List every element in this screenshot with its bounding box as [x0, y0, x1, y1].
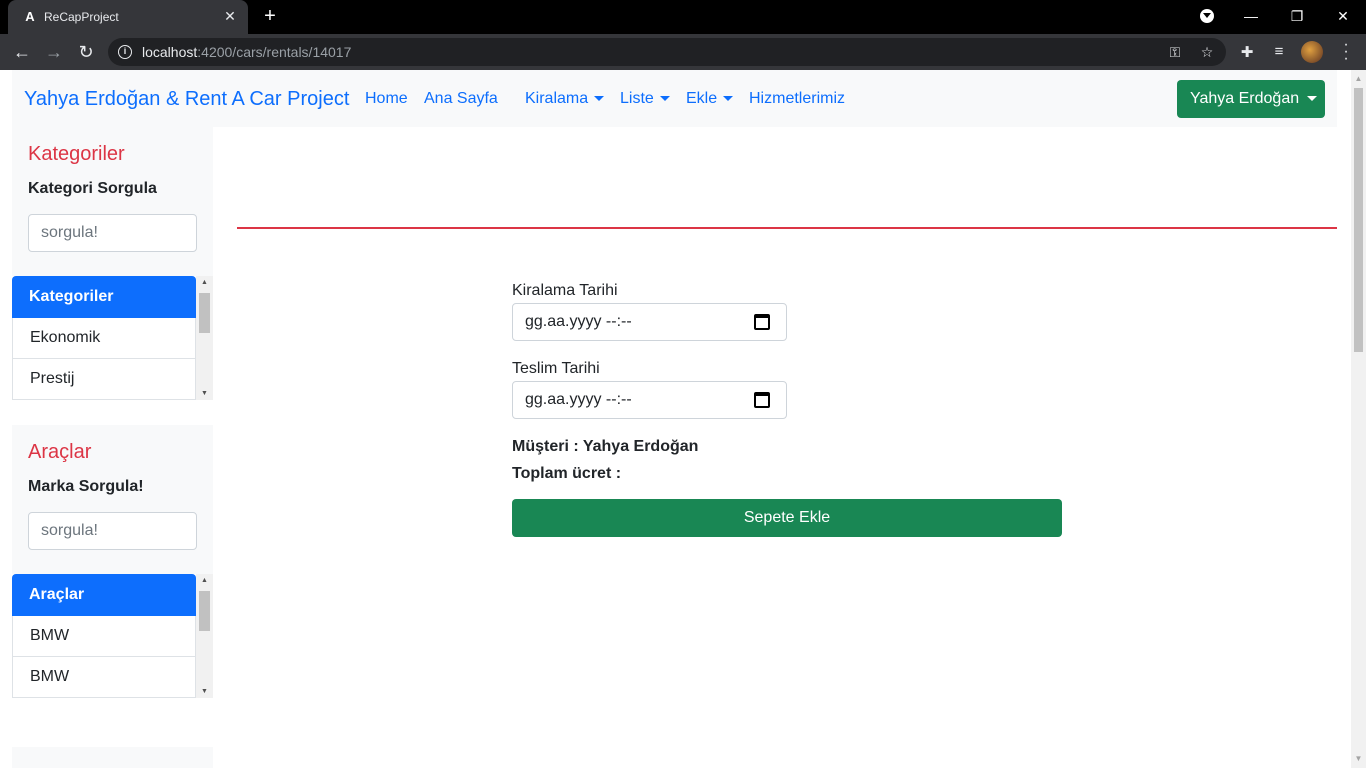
rental-date-value: gg.aa.yyyy --:-- — [525, 313, 632, 330]
return-date-value: gg.aa.yyyy --:-- — [525, 391, 632, 408]
next-panel — [12, 747, 213, 768]
list-item[interactable]: Ekonomik — [12, 318, 196, 359]
new-tab-icon[interactable]: + — [260, 6, 280, 26]
section-divider — [237, 227, 1337, 229]
calendar-icon[interactable] — [754, 392, 770, 408]
cars-title: Araçlar — [28, 441, 92, 463]
scrollbar-thumb[interactable] — [199, 591, 210, 631]
angular-favicon-icon: A — [25, 9, 35, 24]
cars-list-header[interactable]: Araçlar — [12, 574, 196, 616]
url-text: localhost:4200/cars/rentals/14017 — [142, 44, 352, 60]
cars-list-scrollbar[interactable]: ▲ ▼ — [196, 574, 213, 698]
list-item[interactable]: BMW — [12, 616, 196, 657]
key-icon[interactable]: ⚿ — [1166, 44, 1184, 61]
restore-icon[interactable]: ❐ — [1274, 0, 1320, 34]
nav-kiralama-label: Kiralama — [525, 90, 589, 107]
categories-list-scrollbar[interactable]: ▲ ▼ — [196, 276, 213, 400]
browser-toolbar: ← → ↻ i localhost:4200/cars/rentals/1401… — [0, 34, 1366, 70]
browser-menu-icon[interactable]: · · · — [1340, 37, 1352, 67]
cars-panel: Araçlar Marka Sorgula! sorgula! Araçlar … — [12, 425, 213, 698]
return-date-input[interactable]: gg.aa.yyyy --:-- — [512, 381, 787, 419]
customer-text: Müşteri : Yahya Erdoğan — [512, 438, 699, 455]
categories-list[interactable]: Kategoriler Ekonomik Prestij ▲ ▼ — [12, 276, 213, 400]
dropdown-caret-icon — [723, 96, 734, 102]
categories-title: Kategoriler — [28, 143, 125, 165]
scrollbar-thumb[interactable] — [1354, 88, 1363, 352]
categories-list-header[interactable]: Kategoriler — [12, 276, 196, 318]
forward-icon[interactable]: → — [44, 42, 64, 62]
category-search-input[interactable]: sorgula! — [28, 214, 197, 252]
brand-search-input[interactable]: sorgula! — [28, 512, 197, 550]
brand-query-label: Marka Sorgula! — [28, 478, 144, 495]
extensions-icon[interactable]: ✚ — [1238, 43, 1256, 61]
dropdown-caret-icon — [659, 96, 670, 102]
nav-ekle-dropdown[interactable]: Ekle — [686, 90, 734, 108]
minimize-icon[interactable]: — — [1228, 0, 1274, 34]
calendar-icon[interactable] — [754, 314, 770, 330]
close-window-icon[interactable]: ✕ — [1320, 0, 1366, 34]
categories-query-label: Kategori Sorgula — [28, 180, 157, 197]
nav-home[interactable]: Home — [365, 90, 408, 108]
dropdown-caret-icon — [1307, 96, 1318, 102]
site-info-icon[interactable]: i — [118, 45, 132, 59]
tab-close-icon[interactable]: ✕ — [222, 8, 238, 24]
nav-ana-sayfa[interactable]: Ana Sayfa — [424, 90, 498, 108]
rental-date-label: Kiralama Tarihi — [512, 282, 618, 299]
address-bar[interactable]: i localhost:4200/cars/rentals/14017 ⚿ ☆ — [108, 38, 1226, 66]
top-navbar: Yahya Erdoğan & Rent A Car Project Home … — [12, 70, 1337, 127]
scrollbar-thumb[interactable] — [199, 293, 210, 333]
cars-list[interactable]: Araçlar BMW BMW ▲ ▼ — [12, 574, 213, 698]
nav-kiralama-dropdown[interactable]: Kiralama — [525, 90, 605, 108]
nav-liste-label: Liste — [620, 90, 654, 107]
scroll-down-icon[interactable]: ▼ — [1354, 754, 1363, 764]
scroll-up-icon[interactable]: ▲ — [196, 279, 213, 286]
profile-avatar[interactable] — [1301, 41, 1323, 63]
navbar-brand[interactable]: Yahya Erdoğan & Rent A Car Project — [24, 88, 349, 111]
total-price-text: Toplam ücret : — [512, 465, 622, 482]
tab-title: ReCapProject — [44, 10, 119, 24]
user-button-label: Yahya Erdoğan — [1190, 90, 1300, 107]
nav-ekle-label: Ekle — [686, 90, 718, 107]
bookmark-star-icon[interactable]: ☆ — [1198, 44, 1216, 61]
scroll-up-icon[interactable]: ▲ — [1354, 74, 1363, 84]
browser-tab[interactable]: A ReCapProject ✕ — [8, 0, 248, 34]
back-icon[interactable]: ← — [12, 42, 32, 62]
user-dropdown-button[interactable]: Yahya Erdoğan — [1177, 80, 1325, 118]
add-to-cart-button[interactable]: Sepete Ekle — [512, 499, 1062, 537]
list-item[interactable]: Prestij — [12, 359, 196, 400]
nav-liste-dropdown[interactable]: Liste — [620, 90, 670, 108]
scroll-up-icon[interactable]: ▲ — [196, 577, 213, 584]
page-content: Yahya Erdoğan & Rent A Car Project Home … — [0, 70, 1366, 768]
dropdown-caret-icon — [594, 96, 605, 102]
return-date-label: Teslim Tarihi — [512, 360, 600, 377]
nav-hizmetlerimiz[interactable]: Hizmetlerimiz — [749, 90, 845, 108]
page-scrollbar[interactable]: ▲ ▼ — [1351, 70, 1366, 768]
scroll-down-icon[interactable]: ▼ — [196, 390, 213, 397]
rental-date-input[interactable]: gg.aa.yyyy --:-- — [512, 303, 787, 341]
scroll-down-icon[interactable]: ▼ — [196, 688, 213, 695]
list-item[interactable]: BMW — [12, 657, 196, 698]
categories-panel: Kategoriler Kategori Sorgula sorgula! Ka… — [12, 127, 213, 400]
browser-tab-bar: A ReCapProject ✕ + — ❐ ✕ — [0, 0, 1366, 34]
reload-icon[interactable]: ↻ — [76, 42, 96, 62]
media-queue-icon[interactable]: ≡ — [1270, 43, 1288, 60]
downloads-icon[interactable] — [1200, 9, 1214, 23]
